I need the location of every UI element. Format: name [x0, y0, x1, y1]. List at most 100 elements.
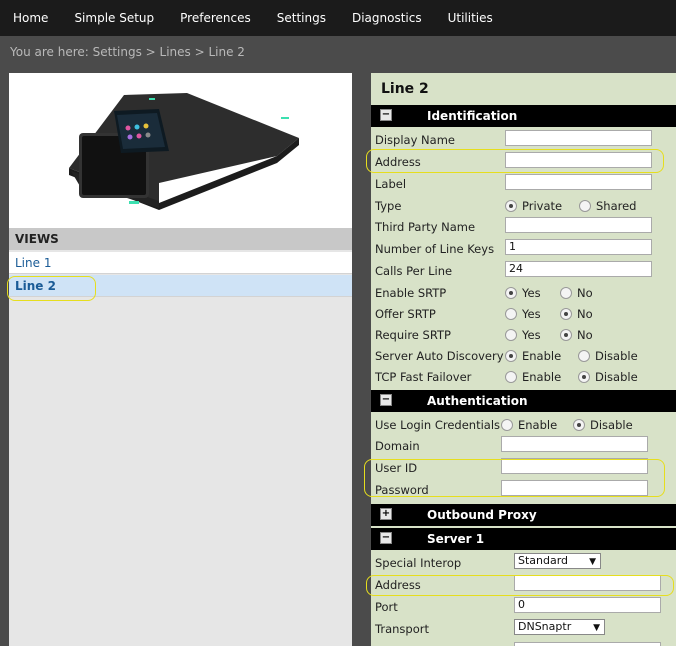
login-enable-label: Enable	[518, 418, 558, 432]
row-password: Password	[371, 480, 676, 500]
type-private-radio[interactable]	[505, 200, 517, 212]
type-private-label: Private	[522, 199, 563, 213]
view-item-line-2[interactable]: Line 2	[9, 275, 352, 297]
row-enable-srtp: Enable SRTP Yes No	[371, 283, 676, 303]
calls-per-line-field[interactable]: 24	[505, 261, 652, 277]
offer-srtp-yes-label: Yes	[522, 307, 541, 321]
row-tcp-fast-failover: TCP Fast Failover Enable Disable	[371, 367, 676, 387]
label-field[interactable]	[505, 174, 652, 190]
collapse-icon[interactable]: −	[380, 109, 392, 121]
calls-per-line-label: Calls Per Line	[375, 264, 453, 278]
domain-field[interactable]	[501, 436, 648, 452]
nav-home[interactable]: Home	[13, 11, 48, 25]
port-label: Port	[375, 600, 398, 614]
type-shared-radio[interactable]	[579, 200, 591, 212]
enable-srtp-yes-label: Yes	[522, 286, 541, 300]
login-enable-radio[interactable]	[501, 419, 513, 431]
row-user-id: User ID	[371, 458, 676, 478]
line-keys-field[interactable]: 1	[505, 239, 652, 255]
tcp-disable-radio[interactable]	[578, 371, 590, 383]
offer-srtp-no-radio[interactable]	[560, 308, 572, 320]
server-auto-enable-radio[interactable]	[505, 350, 517, 362]
line-keys-label: Number of Line Keys	[375, 242, 495, 256]
type-label: Type	[375, 199, 402, 213]
views-heading: VIEWS	[9, 228, 352, 250]
transport-value: DNSnaptr	[518, 620, 572, 633]
section-authentication-header[interactable]: − Authentication	[371, 390, 676, 412]
require-srtp-no-label: No	[577, 328, 593, 342]
row-transport: Transport DNSnaptr ▼	[371, 619, 676, 639]
top-nav: Home Simple Setup Preferences Settings D…	[0, 0, 676, 36]
user-id-label: User ID	[375, 461, 418, 475]
row-calls-per-line: Calls Per Line 24	[371, 261, 676, 281]
user-id-field[interactable]	[501, 458, 648, 474]
row-type: Type Private Shared	[371, 196, 676, 216]
dropdown-arrow-icon: ▼	[593, 623, 600, 633]
server-auto-disable-radio[interactable]	[578, 350, 590, 362]
display-name-field[interactable]	[505, 130, 652, 146]
enable-srtp-yes-radio[interactable]	[505, 287, 517, 299]
special-interop-label: Special Interop	[375, 556, 462, 570]
expand-icon[interactable]: +	[380, 508, 392, 520]
row-domain: Domain	[371, 436, 676, 456]
third-party-label: Third Party Name	[375, 220, 476, 234]
row-third-party: Third Party Name	[371, 217, 676, 237]
row-special-interop: Special Interop Standard ▼	[371, 553, 676, 573]
login-credentials-label: Use Login Credentials	[375, 418, 501, 432]
server-address-field[interactable]	[514, 575, 661, 591]
row-label: Label	[371, 174, 676, 194]
nav-utilities[interactable]: Utilities	[448, 11, 493, 25]
server-auto-label: Server Auto Discovery	[375, 349, 504, 363]
tcp-enable-label: Enable	[522, 370, 562, 384]
offer-srtp-yes-radio[interactable]	[505, 308, 517, 320]
login-disable-label: Disable	[590, 418, 633, 432]
server-auto-disable-label: Disable	[595, 349, 638, 363]
special-interop-select[interactable]: Standard ▼	[514, 553, 601, 569]
page-title: Line 2	[381, 81, 429, 97]
nav-settings[interactable]: Settings	[277, 11, 326, 25]
left-panel: VIEWS Line 1 Line 2	[9, 73, 352, 646]
port-field[interactable]: 0	[514, 597, 661, 613]
row-port: Port 0	[371, 597, 676, 617]
tcp-disable-label: Disable	[595, 370, 638, 384]
transport-label: Transport	[375, 622, 429, 636]
row-offer-srtp: Offer SRTP Yes No	[371, 304, 676, 324]
third-party-field[interactable]	[505, 217, 652, 233]
collapse-icon[interactable]: −	[380, 532, 392, 544]
server-auto-enable-label: Enable	[522, 349, 562, 363]
address-label: Address	[375, 155, 421, 169]
tcp-enable-radio[interactable]	[505, 371, 517, 383]
nav-simple-setup[interactable]: Simple Setup	[74, 11, 154, 25]
offer-srtp-label: Offer SRTP	[375, 307, 436, 321]
enable-srtp-no-radio[interactable]	[560, 287, 572, 299]
enable-srtp-no-label: No	[577, 286, 593, 300]
require-srtp-no-radio[interactable]	[560, 329, 572, 341]
address-field[interactable]	[505, 152, 652, 168]
require-srtp-yes-label: Yes	[522, 328, 541, 342]
section-title: Authentication	[427, 394, 528, 408]
domain-label: Domain	[375, 439, 420, 453]
require-srtp-yes-radio[interactable]	[505, 329, 517, 341]
special-interop-value: Standard	[518, 554, 569, 567]
collapse-icon[interactable]: −	[380, 394, 392, 406]
row-require-srtp: Require SRTP Yes No	[371, 325, 676, 345]
next-field-partial[interactable]	[514, 642, 661, 646]
require-srtp-label: Require SRTP	[375, 328, 451, 342]
password-field[interactable]	[501, 480, 648, 496]
section-server-1-header[interactable]: − Server 1	[371, 528, 676, 550]
enable-srtp-label: Enable SRTP	[375, 286, 447, 300]
section-title: Server 1	[427, 532, 485, 546]
nav-preferences[interactable]: Preferences	[180, 11, 251, 25]
server-address-label: Address	[375, 578, 421, 592]
nav-diagnostics[interactable]: Diagnostics	[352, 11, 422, 25]
login-disable-radio[interactable]	[573, 419, 585, 431]
row-display-name: Display Name	[371, 130, 676, 150]
row-line-keys: Number of Line Keys 1	[371, 239, 676, 259]
type-shared-label: Shared	[596, 199, 637, 213]
section-outbound-proxy-header[interactable]: + Outbound Proxy	[371, 504, 676, 526]
tcp-failover-label: TCP Fast Failover	[375, 370, 472, 384]
transport-select[interactable]: DNSnaptr ▼	[514, 619, 605, 635]
label-label: Label	[375, 177, 407, 191]
view-item-line-1[interactable]: Line 1	[9, 252, 352, 274]
section-identification-header[interactable]: − Identification	[371, 105, 676, 127]
